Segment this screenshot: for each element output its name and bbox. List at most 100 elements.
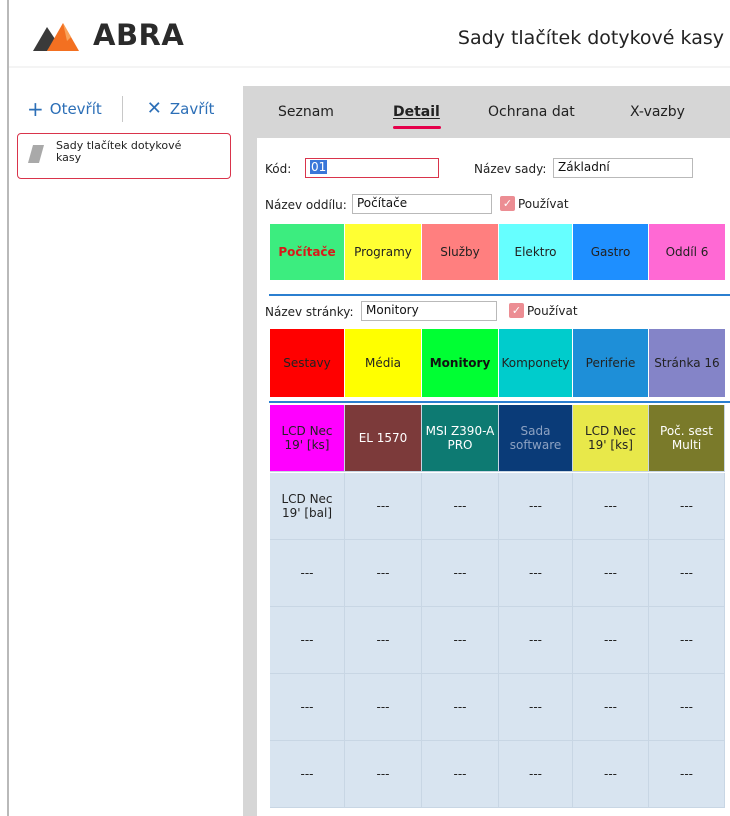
stranka-pouzivat-checkbox[interactable]: ✓ Používat xyxy=(509,303,578,318)
item-button[interactable]: --- xyxy=(573,607,649,674)
page-button[interactable]: Monitory xyxy=(422,329,499,397)
page-button[interactable]: Komponety xyxy=(499,329,573,397)
button-grid-row: --- --- --- --- --- --- xyxy=(270,674,729,741)
item-button[interactable]: --- xyxy=(270,741,345,808)
page-divider xyxy=(269,401,730,403)
item-button[interactable]: EL 1570 xyxy=(345,405,422,472)
item-button[interactable]: --- xyxy=(649,473,725,540)
tab-seznam[interactable]: Seznam xyxy=(278,104,334,120)
close-icon: ✕ xyxy=(146,98,162,119)
item-button[interactable]: --- xyxy=(573,540,649,607)
item-button[interactable]: MSI Z390-A PRO xyxy=(422,405,499,472)
page-title: Sady tlačítek dotykové kasy xyxy=(457,27,724,49)
button-grid-row: --- --- --- --- --- --- xyxy=(270,540,729,607)
open-button[interactable]: + Otevřít xyxy=(27,99,102,119)
item-button[interactable]: Poč. sest Multi xyxy=(649,405,725,472)
button-grid-row: --- --- --- --- --- --- xyxy=(270,741,729,808)
toolbar-divider xyxy=(121,96,123,122)
nazev-stranky-field[interactable]: Monitory xyxy=(361,301,497,321)
item-button[interactable]: --- xyxy=(499,540,573,607)
oddil-pouzivat-checkbox[interactable]: ✓ Používat xyxy=(500,196,569,211)
nazev-oddilu-label: Název oddílu: xyxy=(265,198,347,212)
section-button[interactable]: Počítače xyxy=(270,224,345,280)
open-button-label: Otevřít xyxy=(49,100,102,118)
item-button[interactable]: --- xyxy=(649,540,725,607)
item-button[interactable]: --- xyxy=(422,540,499,607)
section-button[interactable]: Elektro xyxy=(499,224,573,280)
tab-bar: Seznam Detail Ochrana dat X-vazby xyxy=(243,86,730,138)
close-button[interactable]: ✕ Zavřít xyxy=(146,98,215,119)
nazev-stranky-label: Název stránky: xyxy=(265,305,354,319)
app-window: ABRA Sady tlačítek dotykové kasy + Otevř… xyxy=(0,0,730,816)
item-button[interactable]: --- xyxy=(270,607,345,674)
tab-x-vazby[interactable]: X-vazby xyxy=(630,104,685,120)
active-tab-indicator xyxy=(393,126,441,129)
item-button[interactable]: --- xyxy=(422,607,499,674)
checkmark-icon: ✓ xyxy=(509,303,524,318)
item-button[interactable]: --- xyxy=(573,741,649,808)
nazev-sady-field[interactable]: Základní xyxy=(553,158,693,178)
checkmark-icon: ✓ xyxy=(500,196,515,211)
header: ABRA Sady tlačítek dotykové kasy xyxy=(9,0,730,66)
kod-field[interactable]: 01 xyxy=(305,158,439,178)
sidebar-toolbar: + Otevřít ✕ Zavřít xyxy=(27,96,215,122)
button-grid-row: LCD Nec 19' [bal] --- --- --- --- --- xyxy=(270,473,729,540)
page-button[interactable]: Sestavy xyxy=(270,329,345,397)
nazev-oddilu-field[interactable]: Počítače xyxy=(352,194,492,214)
item-button[interactable]: --- xyxy=(573,473,649,540)
item-button[interactable]: LCD Nec 19' [ks] xyxy=(573,405,649,472)
section-button[interactable]: Oddíl 6 xyxy=(649,224,725,280)
section-button[interactable]: Gastro xyxy=(573,224,649,280)
sidebar-item-sady-tlacitek[interactable]: Sady tlačítek dotykové kasy xyxy=(17,133,231,179)
item-button[interactable]: --- xyxy=(499,607,573,674)
section-divider xyxy=(269,294,730,296)
left-edge xyxy=(0,0,9,816)
item-button[interactable]: --- xyxy=(649,607,725,674)
logo: ABRA xyxy=(33,18,184,52)
page-button[interactable]: Stránka 16 xyxy=(649,329,725,397)
item-button[interactable]: --- xyxy=(270,540,345,607)
item-button[interactable]: --- xyxy=(649,741,725,808)
nazev-sady-label: Název sady: xyxy=(474,162,547,176)
item-button[interactable]: --- xyxy=(345,674,422,741)
tab-detail[interactable]: Detail xyxy=(393,104,440,120)
page-button[interactable]: Média xyxy=(345,329,422,397)
tab-ochrana-dat[interactable]: Ochrana dat xyxy=(488,104,575,120)
item-button[interactable]: LCD Nec 19' [ks] xyxy=(270,405,345,472)
section-button[interactable]: Služby xyxy=(422,224,499,280)
kod-value: 01 xyxy=(310,160,328,174)
detail-content: Kód: 01 Název sady: Základní Název oddíl… xyxy=(257,138,730,816)
kod-label: Kód: xyxy=(265,162,292,176)
item-button[interactable]: --- xyxy=(649,674,725,741)
item-button[interactable]: --- xyxy=(345,540,422,607)
logo-text: ABRA xyxy=(93,18,185,52)
page-buttons-row: Sestavy Média Monitory Komponety Periferie St… xyxy=(270,329,729,397)
item-button[interactable]: LCD Nec 19' [bal] xyxy=(270,473,345,540)
stranka-pouzivat-label: Používat xyxy=(527,303,578,318)
header-divider xyxy=(9,66,730,68)
button-grid-row: --- --- --- --- --- --- xyxy=(270,607,729,674)
item-button[interactable]: --- xyxy=(422,741,499,808)
item-button[interactable]: --- xyxy=(499,741,573,808)
item-button[interactable]: --- xyxy=(573,674,649,741)
item-button[interactable]: --- xyxy=(499,473,573,540)
panel-gutter xyxy=(243,138,257,816)
item-button[interactable]: --- xyxy=(422,473,499,540)
section-button[interactable]: Programy xyxy=(345,224,422,280)
item-button[interactable]: --- xyxy=(345,473,422,540)
item-button[interactable]: --- xyxy=(345,607,422,674)
button-grid-row: LCD Nec 19' [ks] EL 1570 MSI Z390-A PRO Sad… xyxy=(270,405,729,472)
abra-logo-icon xyxy=(33,23,79,51)
item-button[interactable]: --- xyxy=(270,674,345,741)
sidebar-item-label: Sady tlačítek dotykové kasy xyxy=(56,139,182,164)
item-button[interactable]: Sada software xyxy=(499,405,573,472)
plus-icon: + xyxy=(27,97,44,121)
close-button-label: Zavřít xyxy=(169,100,215,118)
page-button[interactable]: Periferie xyxy=(573,329,649,397)
main-panel: Seznam Detail Ochrana dat X-vazby Kód: 0… xyxy=(243,86,730,816)
oddil-pouzivat-label: Používat xyxy=(518,196,569,211)
item-button[interactable]: --- xyxy=(422,674,499,741)
section-buttons-row: Počítače Programy Služby Elektro Gastro Oddíl… xyxy=(270,224,729,280)
item-button[interactable]: --- xyxy=(345,741,422,808)
item-button[interactable]: --- xyxy=(499,674,573,741)
